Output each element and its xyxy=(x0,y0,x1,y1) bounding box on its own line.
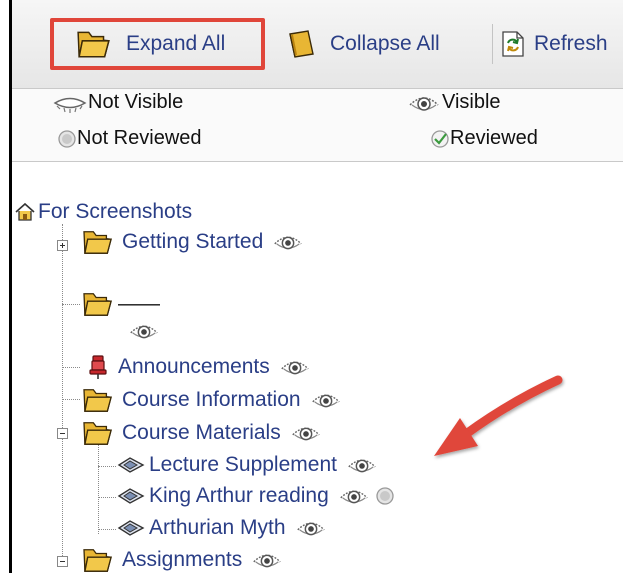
annotation-arrow-icon xyxy=(420,372,570,472)
tree-item-king-arthur-reading[interactable]: King Arthur reading xyxy=(117,484,395,508)
tree-item-announcements[interactable]: Announcements xyxy=(88,354,312,380)
tree-item-label: Announcements xyxy=(118,355,270,378)
tree-item-label: King Arthur reading xyxy=(149,484,329,507)
eye-icon[interactable] xyxy=(278,356,312,378)
tree-item-getting-started[interactable]: Getting Started xyxy=(82,228,305,256)
tree-branch xyxy=(98,529,116,530)
folder-icon xyxy=(82,419,114,447)
tree-branch xyxy=(62,304,80,305)
tree-item-arthurian-myth[interactable]: Arthurian Myth xyxy=(117,516,328,540)
tree-item-assignments[interactable]: Assignments xyxy=(82,546,284,574)
tree-line-root xyxy=(62,224,63,564)
content-tree: For Screenshots Getting Started —— Annou… xyxy=(0,0,623,573)
collapse-toggle-assignments[interactable] xyxy=(57,556,68,567)
tree-item-course-materials[interactable]: Course Materials xyxy=(82,419,323,447)
tree-branch xyxy=(62,399,80,400)
expand-toggle-getting-started[interactable] xyxy=(57,240,68,251)
tree-item-label: Course Information xyxy=(122,388,301,411)
eye-icon[interactable] xyxy=(345,454,379,476)
tree-item-label: Lecture Supplement xyxy=(149,453,337,476)
radio-empty-icon[interactable] xyxy=(375,486,395,506)
eye-icon[interactable] xyxy=(250,549,284,571)
tree-line-materials xyxy=(98,444,99,534)
eye-icon[interactable] xyxy=(337,485,371,507)
tree-item-lecture-supplement[interactable]: Lecture Supplement xyxy=(117,453,379,477)
eye-icon[interactable] xyxy=(127,320,161,342)
tree-root-label: For Screenshots xyxy=(38,200,193,223)
collapse-toggle-course-materials[interactable] xyxy=(57,428,68,439)
pushpin-icon xyxy=(88,354,108,380)
folder-icon xyxy=(82,290,114,318)
item-icon xyxy=(117,455,145,475)
tree-branch xyxy=(98,497,116,498)
eye-icon[interactable] xyxy=(294,517,328,539)
eye-icon[interactable] xyxy=(271,231,305,253)
tree-branch xyxy=(62,367,80,368)
eye-icon[interactable] xyxy=(309,389,343,411)
item-icon xyxy=(117,518,145,538)
tree-item-course-information[interactable]: Course Information xyxy=(82,386,343,414)
folder-icon xyxy=(82,386,114,414)
tree-item-label: —— xyxy=(118,292,160,315)
tree-item-separator[interactable]: —— xyxy=(82,290,160,318)
tree-root[interactable]: For Screenshots xyxy=(14,200,192,224)
folder-icon xyxy=(82,228,114,256)
tree-item-label: Getting Started xyxy=(122,230,264,253)
folder-icon xyxy=(82,546,114,574)
tree-item-label: Course Materials xyxy=(122,421,281,444)
tree-item-label: Arthurian Myth xyxy=(149,516,286,539)
eye-icon[interactable] xyxy=(289,422,323,444)
item-icon xyxy=(117,486,145,506)
home-icon xyxy=(14,201,36,223)
tree-branch xyxy=(98,466,116,467)
tree-item-label: Assignments xyxy=(122,548,243,571)
